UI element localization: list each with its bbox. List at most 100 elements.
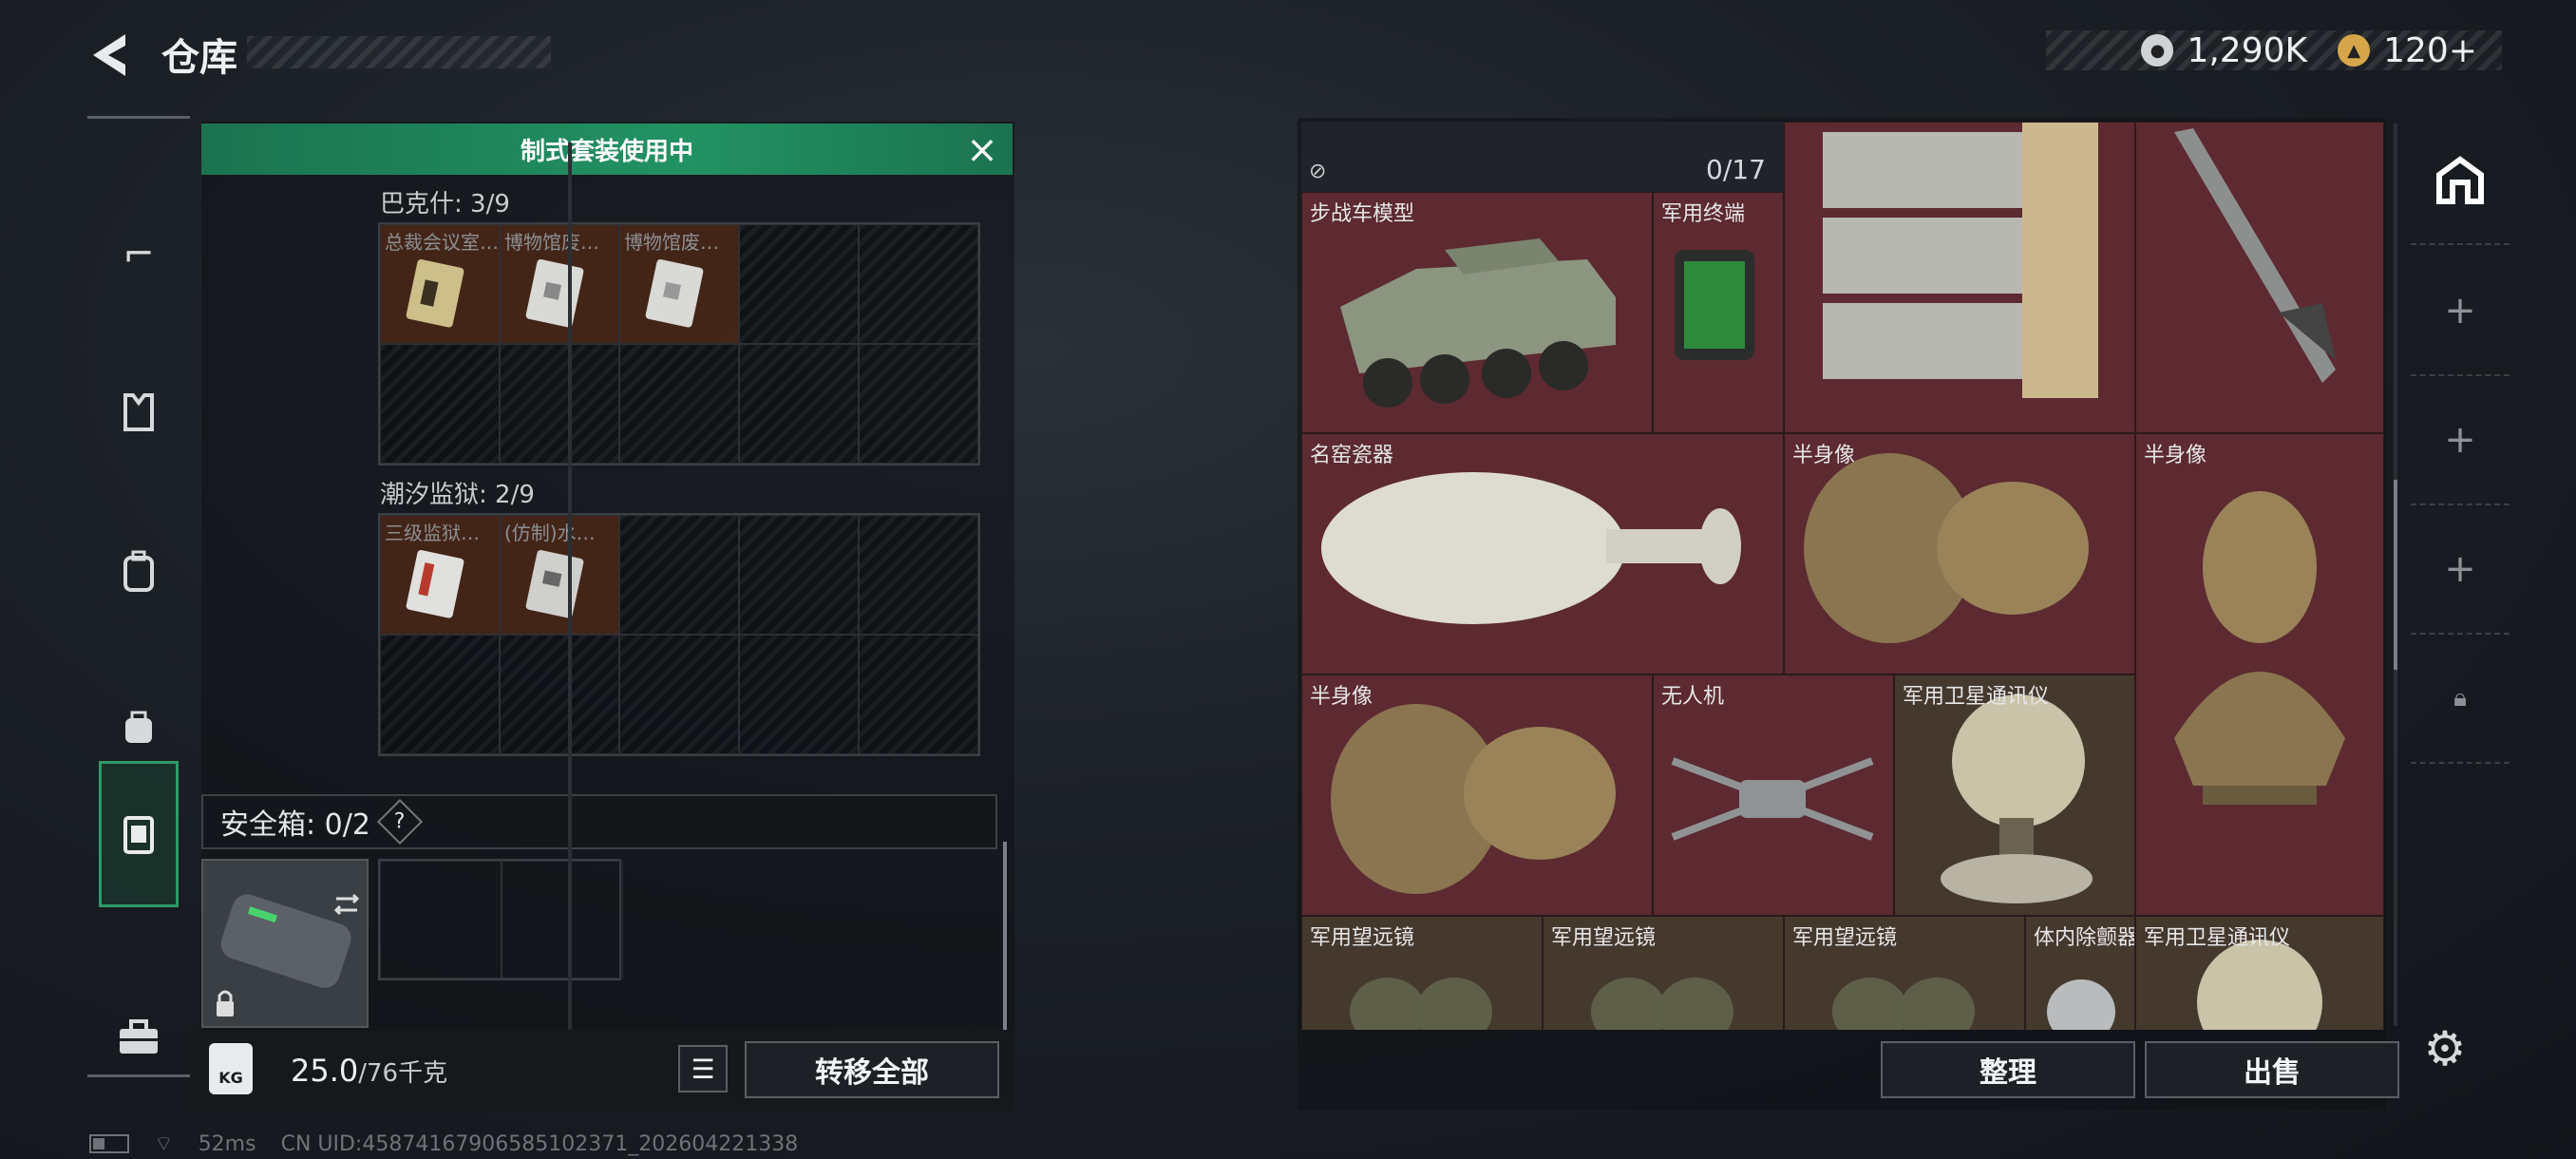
rail-weapon-tab[interactable]: ⌐: [87, 181, 190, 328]
keycard-icon: [406, 550, 464, 618]
rail-vest-tab[interactable]: [87, 339, 190, 485]
sort-button[interactable]: 整理: [1881, 1041, 2135, 1098]
item-label: 半身像: [2144, 444, 2207, 467]
item-label: (仿制)水…: [504, 522, 596, 544]
item-label: 军用卫星通讯仪: [1903, 685, 2050, 709]
stash-item-military-terminal[interactable]: 军用终端: [1653, 192, 1784, 433]
item-label: 半身像: [1792, 444, 1856, 467]
section-title-tidal-prison: 潮汐监狱: 2/9: [380, 481, 535, 509]
grid-slot-locked: [380, 344, 500, 464]
uid-readout: CN UID:4587416790658510237​1_20260422133…: [280, 1131, 799, 1156]
item-label: 军用望远镜: [1551, 926, 1657, 950]
item-label: 军用终端: [1661, 202, 1746, 226]
grid-slot-locked: [739, 635, 859, 754]
stash-item-defibrillator[interactable]: 体内除颤器: [2025, 916, 2135, 1030]
grid-slot-locked: [859, 635, 978, 754]
stash-page-add[interactable]: +: [2411, 505, 2510, 635]
stash-item-bust[interactable]: 半身像: [1784, 433, 2135, 674]
item-label: 三级监狱…: [385, 522, 480, 544]
grid-slot-locked: [739, 224, 859, 344]
home-vault-icon: [2436, 156, 2484, 204]
stash-page-add[interactable]: +: [2411, 247, 2510, 376]
grid-slot-locked: [380, 635, 500, 754]
grid-item[interactable]: 总裁会议室…: [380, 224, 500, 344]
back-arrow-icon: [93, 34, 125, 76]
vest-icon: [123, 393, 154, 431]
item-label: 军用望远镜: [1310, 926, 1415, 950]
section-title-baksh: 巴克什: 3/9: [380, 190, 510, 218]
grid-item[interactable]: (仿制)水…: [500, 515, 619, 635]
plus-icon: +: [2444, 289, 2476, 332]
left-scrollbar-thumb[interactable]: [1003, 842, 1007, 1032]
back-button[interactable]: [87, 28, 141, 82]
rail-toolbox-tab[interactable]: [87, 964, 190, 1111]
grid-slot-locked: [859, 224, 978, 344]
loadout-banner: 制式套装使用中: [201, 124, 1013, 175]
stash-grid: 步战车模型 军用终端 名窑瓷器 半身像 半身像 半身像 无人机 军用卫星通讯仪 …: [1301, 122, 2384, 1030]
grid-slot-locked: [739, 344, 859, 464]
close-icon[interactable]: ×: [959, 131, 1005, 169]
safe-slot[interactable]: [380, 861, 502, 978]
weight-total: /76千克: [358, 1059, 448, 1088]
left-scrollbar-track[interactable]: [568, 142, 572, 1074]
grid-slot-locked: [859, 344, 978, 464]
stash-item-missile[interactable]: [2135, 122, 2384, 433]
stash-item-binoculars[interactable]: 军用望远镜: [1543, 916, 1784, 1030]
safe-box-slot[interactable]: [201, 859, 369, 1028]
battery-rack-image: [1823, 123, 2098, 398]
plus-icon: +: [2444, 547, 2476, 591]
stash-item-binoculars[interactable]: 军用望远镜: [1301, 916, 1543, 1030]
stash-item-porcelain[interactable]: 名窑瓷器: [1301, 433, 1784, 674]
rail-safe-box-tab[interactable]: [99, 761, 179, 907]
page-title: 仓库: [161, 36, 237, 80]
safe-case-icon: [217, 893, 360, 1016]
wifi-icon: ⌔: [154, 1132, 174, 1156]
stash-item-ifv-model[interactable]: 步战车模型: [1301, 192, 1653, 433]
grid-slot-locked: [619, 515, 739, 635]
rail-backpack-tab[interactable]: [87, 499, 190, 645]
stash-page-add[interactable]: +: [2411, 376, 2510, 505]
missile-image: [2174, 128, 2336, 383]
stash-page-main[interactable]: [2411, 118, 2510, 245]
stash-item-bust[interactable]: 半身像: [2135, 433, 2384, 916]
list-view-button[interactable]: ☰: [678, 1045, 728, 1092]
item-label: 军用卫星通讯仪: [2144, 926, 2291, 950]
item-label: 名窑瓷器: [1310, 444, 1394, 467]
stash-scrollbar-thumb[interactable]: [2394, 480, 2397, 670]
gold-coin-icon: ▲: [2338, 34, 2371, 66]
grid-item[interactable]: 博物馆废…: [619, 224, 739, 344]
safe-box-header: 安全箱: 0/2 ?: [201, 794, 997, 849]
grid-slot-locked: [500, 635, 619, 754]
gold-amount: 120+: [2383, 30, 2477, 70]
item-label: 博物馆废…: [624, 231, 719, 254]
gun-icon: ⌐: [123, 233, 155, 276]
sell-button[interactable]: 出售: [2145, 1041, 2399, 1098]
stash-page-locked[interactable]: 🔒︎: [2411, 635, 2510, 764]
stash-item-drone[interactable]: 无人机: [1653, 674, 1894, 916]
silver-amount: 1,290K: [2187, 30, 2308, 70]
stash-capacity-counter: 0/17: [1706, 154, 1766, 185]
title-decoration: [247, 36, 551, 68]
ping-readout: 52ms: [198, 1131, 256, 1156]
item-label: 无人机: [1661, 685, 1725, 709]
transfer-all-button[interactable]: 转移全部: [745, 1041, 999, 1098]
bust-image: [1804, 453, 2089, 643]
stash-item-satcom[interactable]: 军用卫星通讯仪: [2135, 916, 2384, 1030]
item-label: 步战车模型: [1310, 202, 1415, 226]
bust-image: [2174, 491, 2345, 805]
settings-gear-icon[interactable]: ⚙: [2418, 1021, 2472, 1076]
safe-box-icon: [123, 816, 154, 854]
safe-slot[interactable]: [502, 861, 623, 978]
no-sort-icon[interactable]: ⊘: [1309, 160, 1326, 183]
grid-item[interactable]: 博物馆废…: [500, 224, 619, 344]
grid-item[interactable]: 三级监狱…: [380, 515, 500, 635]
help-icon[interactable]: ?: [376, 798, 423, 846]
stash-item-binoculars[interactable]: 军用望远镜: [1784, 916, 2025, 1030]
item-label: 半身像: [1310, 685, 1373, 709]
stash-item-bust[interactable]: 半身像: [1301, 674, 1653, 916]
stash-page-rail: + + + 🔒︎: [2411, 118, 2510, 783]
item-label: 博物馆废…: [504, 231, 599, 254]
stash-item-battery-rack[interactable]: [1784, 122, 2135, 433]
stash-item-satcom[interactable]: 军用卫星通讯仪: [1894, 674, 2135, 916]
silver-coin-icon: ●: [2141, 34, 2174, 66]
